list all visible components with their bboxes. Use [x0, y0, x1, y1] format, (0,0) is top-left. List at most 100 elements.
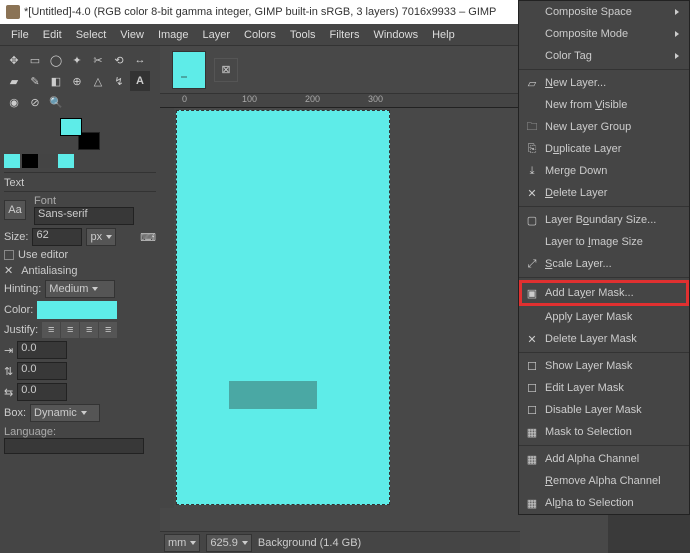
indent-icon-1: ⇥ — [4, 344, 13, 357]
layer-context-menu: Composite Space Composite Mode Color Tag… — [518, 0, 690, 515]
scale-tool[interactable]: ↔ — [130, 50, 150, 70]
justify-fill-icon[interactable]: ≡ — [99, 322, 117, 338]
gimp-icon — [6, 5, 20, 19]
delete-icon: ✕ — [525, 186, 539, 200]
menu-filters[interactable]: Filters — [323, 29, 367, 41]
swatch-2[interactable] — [22, 154, 38, 168]
menu-windows[interactable]: Windows — [366, 29, 425, 41]
eraser-tool[interactable]: ◧ — [46, 71, 66, 91]
rotate-tool[interactable]: ⟲ — [109, 50, 129, 70]
menu-select[interactable]: Select — [69, 29, 114, 41]
merge-icon: ⤓ — [525, 164, 539, 178]
hinting-dropdown[interactable]: Medium — [45, 280, 115, 298]
new-layer-icon: ▱ — [525, 76, 539, 90]
crop-tool[interactable]: ✂ — [88, 50, 108, 70]
ctx-disable-layer-mask: ☐Disable Layer Mask — [519, 399, 689, 421]
menu-image[interactable]: Image — [151, 29, 196, 41]
justify-label: Justify: — [4, 324, 38, 336]
box-dropdown[interactable]: Dynamic — [30, 404, 100, 422]
ctx-duplicate-layer[interactable]: ⎘Duplicate Layer — [519, 138, 689, 160]
menu-edit[interactable]: Edit — [36, 29, 69, 41]
ctx-composite-space[interactable]: Composite Space — [519, 1, 689, 23]
justify-center-icon[interactable]: ≡ — [80, 322, 98, 338]
swatch-4[interactable] — [58, 154, 74, 168]
ctx-delete-layer[interactable]: ✕Delete Layer — [519, 182, 689, 204]
clone-tool[interactable]: ⊕ — [67, 71, 87, 91]
move-tool[interactable]: ✥ — [4, 50, 24, 70]
letter-spacing-input[interactable]: 0.0 — [17, 383, 67, 401]
ctx-layer-boundary[interactable]: ▢Layer Boundary Size... — [519, 209, 689, 231]
zoom-tool[interactable]: 🔍 — [46, 92, 66, 112]
language-input[interactable] — [4, 438, 144, 454]
use-editor-check[interactable]: Use editor — [4, 249, 156, 261]
close-image-button[interactable]: ⊠ — [214, 58, 238, 82]
ctx-add-alpha[interactable]: ▦Add Alpha Channel — [519, 448, 689, 470]
color-label: Color: — [4, 304, 33, 316]
indent-input-1[interactable]: 0.0 — [17, 341, 67, 359]
ctx-alpha-to-selection[interactable]: ▦Alpha to Selection — [519, 492, 689, 514]
size-input[interactable]: 62 — [32, 228, 82, 246]
menu-layer[interactable]: Layer — [196, 29, 238, 41]
swatch-3[interactable] — [40, 154, 56, 168]
free-select-tool[interactable]: ◯ — [46, 50, 66, 70]
mask-icon: ▣ — [525, 286, 539, 300]
ctx-scale-layer[interactable]: ⤢Scale Layer... — [519, 253, 689, 275]
ctx-apply-layer-mask: Apply Layer Mask — [519, 306, 689, 328]
duplicate-icon: ⎘ — [525, 142, 539, 156]
menu-help[interactable]: Help — [425, 29, 462, 41]
ctx-show-layer-mask: ☐Show Layer Mask — [519, 355, 689, 377]
box-label: Box: — [4, 407, 26, 419]
ctx-new-layer-group[interactable]: 🗀New Layer Group — [519, 116, 689, 138]
color-picker-tool[interactable]: ◉ — [4, 92, 24, 112]
fuzzy-select-tool[interactable]: ✦ — [67, 50, 87, 70]
path-tool[interactable]: ↯ — [109, 71, 129, 91]
alpha-icon: ▦ — [525, 452, 539, 466]
text-heading: Text — [4, 177, 156, 192]
text-options: Text Aa Font Sans-serif Size: 62 px ⌨ Us… — [4, 172, 156, 454]
menu-colors[interactable]: Colors — [237, 29, 283, 41]
ruler-vertical — [160, 108, 174, 508]
line-spacing-icon: ⇅ — [4, 365, 13, 378]
zoom-dropdown[interactable]: 625.9 — [206, 534, 252, 552]
ctx-merge-down: ⤓Merge Down — [519, 160, 689, 182]
ctx-color-tag[interactable]: Color Tag — [519, 45, 689, 67]
hinting-label: Hinting: — [4, 283, 41, 295]
fg-color[interactable] — [60, 118, 82, 136]
swatch-1[interactable] — [4, 154, 20, 168]
pencil-tool[interactable]: ✎ — [25, 71, 45, 91]
text-color-swatch[interactable] — [37, 301, 117, 319]
unit-dropdown[interactable]: mm — [164, 534, 200, 552]
image-thumbnail[interactable] — [172, 51, 206, 89]
fg-bg-colors[interactable] — [60, 118, 100, 150]
ctx-new-layer[interactable]: ▱New Layer... — [519, 72, 689, 94]
canvas[interactable] — [176, 110, 390, 505]
justify-left-icon[interactable]: ≡ — [42, 322, 60, 338]
ctx-layer-to-image[interactable]: Layer to Image Size — [519, 231, 689, 253]
ctx-new-from-visible[interactable]: New from Visible — [519, 94, 689, 116]
font-label: Font — [34, 195, 134, 207]
boundary-icon: ▢ — [525, 213, 539, 227]
font-input[interactable]: Sans-serif — [34, 207, 134, 225]
text-tool[interactable]: A — [130, 71, 150, 91]
toolbox: ✥ ▭ ◯ ✦ ✂ ⟲ ↔ ▰ ✎ ◧ ⊕ △ ↯ A ◉ ⊘ 🔍 — [4, 50, 156, 112]
rect-select-tool[interactable]: ▭ — [25, 50, 45, 70]
font-preview-icon[interactable]: Aa — [4, 200, 26, 220]
input-method-icon[interactable]: ⌨ — [140, 231, 156, 244]
size-unit-dropdown[interactable]: px — [86, 228, 116, 246]
canvas-rectangle — [229, 381, 317, 409]
menu-tools[interactable]: Tools — [283, 29, 323, 41]
antialiasing-check[interactable]: ✕Antialiasing — [4, 264, 156, 277]
ctx-mask-to-selection: ▦Mask to Selection — [519, 421, 689, 443]
smudge-tool[interactable]: △ — [88, 71, 108, 91]
ctx-add-layer-mask[interactable]: ▣Add Layer Mask... — [519, 280, 689, 306]
bucket-tool[interactable]: ▰ — [4, 71, 24, 91]
ctx-edit-layer-mask: ☐Edit Layer Mask — [519, 377, 689, 399]
window-title: *[Untitled]-4.0 (RGB color 8-bit gamma i… — [24, 6, 496, 18]
justify-right-icon[interactable]: ≡ — [61, 322, 79, 338]
menu-file[interactable]: File — [4, 29, 36, 41]
line-spacing-input[interactable]: 0.0 — [17, 362, 67, 380]
measure-tool[interactable]: ⊘ — [25, 92, 45, 112]
status-layer: Background (1.4 GB) — [258, 537, 361, 549]
ctx-composite-mode[interactable]: Composite Mode — [519, 23, 689, 45]
menu-view[interactable]: View — [113, 29, 151, 41]
